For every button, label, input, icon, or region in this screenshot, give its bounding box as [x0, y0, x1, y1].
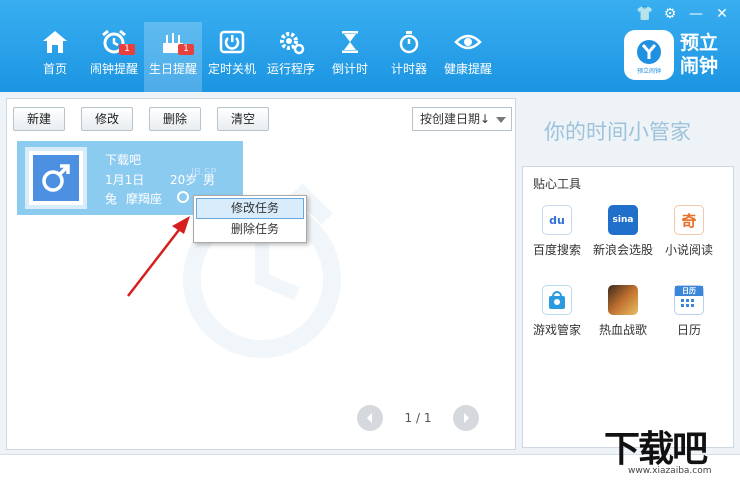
- card-constellation: 摩羯座: [126, 192, 163, 206]
- nav-countdown-label: 倒计时: [331, 62, 368, 76]
- slogan: 你的时间小管家: [544, 120, 691, 144]
- tool-game-manager[interactable]: 游戏管家: [525, 285, 589, 338]
- nav-timer[interactable]: 计时器: [380, 22, 438, 92]
- nav-birthday-label: 生日提醒: [148, 62, 197, 76]
- tool-sina-label: 新浪会选股: [592, 243, 653, 257]
- tool-sina[interactable]: sina 新浪会选股: [591, 205, 655, 258]
- alarm-badge: 1: [119, 44, 135, 55]
- birthday-badge: 1: [178, 44, 194, 55]
- tool-novel-label: 小说阅读: [664, 243, 713, 257]
- baidu-icon: du: [542, 205, 572, 235]
- clear-button[interactable]: 清空: [217, 107, 270, 131]
- game-bag-icon: [542, 285, 572, 315]
- brand-line1: 预立: [680, 32, 719, 54]
- next-page-button[interactable]: [453, 405, 479, 431]
- skin-icon[interactable]: 👕: [636, 6, 653, 22]
- delete-button[interactable]: 删除: [149, 107, 202, 131]
- context-menu: 修改任务 删除任务: [193, 195, 307, 243]
- nav-health-label: 健康提醒: [443, 62, 492, 76]
- power-icon: [217, 28, 247, 56]
- site-logo-url: www.xiazaiba.com: [628, 466, 712, 476]
- context-delete-task[interactable]: 删除任务: [196, 219, 304, 240]
- nav-birthday[interactable]: 1 生日提醒: [144, 22, 202, 92]
- calendar-icon-header: 日历: [675, 286, 703, 296]
- page-indicator: 1 / 1: [404, 411, 432, 425]
- main-nav: 首页 1 闹钟提醒 1 生日提醒 定时关机 运行程序 倒计时 计时器 健康提醒: [26, 22, 498, 92]
- tool-rexue-zhange-label: 热血战歌: [598, 323, 647, 337]
- brand: 预立闹钟 预立 闹钟: [624, 30, 718, 80]
- tool-calendar-label: 日历: [676, 323, 701, 337]
- pager: 1 / 1: [357, 405, 479, 431]
- nav-home[interactable]: 首页: [26, 22, 84, 92]
- nav-timer-label: 计时器: [390, 62, 427, 76]
- nav-run-program-label: 运行程序: [266, 62, 315, 76]
- brand-name: 预立 闹钟: [680, 32, 718, 78]
- sina-icon: sina: [608, 205, 638, 235]
- nav-shutdown[interactable]: 定时关机: [203, 22, 261, 92]
- tools-panel: 贴心工具 du 百度搜索 sina 新浪会选股 奇 小说阅读 游戏管家 热血战歌…: [522, 166, 734, 448]
- minimize-icon[interactable]: —: [688, 6, 704, 22]
- tool-calendar[interactable]: 日历 日历: [657, 285, 721, 338]
- window-controls: 👕 ⚙ — ✕: [636, 6, 730, 22]
- brand-logo: 预立闹钟: [624, 30, 674, 80]
- sort-select-value: 按创建日期↓: [420, 112, 491, 126]
- brand-logo-caption: 预立闹钟: [636, 67, 661, 75]
- birthday-list-panel: 新建 修改 删除 清空 按创建日期↓ 下载吧 1月1日 20岁 男 兔 摩羯座 …: [6, 98, 516, 450]
- nav-countdown[interactable]: 倒计时: [321, 22, 379, 92]
- hourglass-icon: [335, 28, 365, 56]
- new-button[interactable]: 新建: [13, 107, 66, 131]
- brand-clock-icon: [637, 39, 661, 64]
- nav-run-program[interactable]: 运行程序: [262, 22, 320, 92]
- avatar: [25, 147, 87, 209]
- nav-home-label: 首页: [42, 62, 67, 76]
- eye-icon: [453, 28, 483, 56]
- nav-alarm-label: 闹钟提醒: [89, 62, 138, 76]
- clock-icon: [177, 191, 189, 203]
- tool-baidu-label: 百度搜索: [532, 243, 581, 257]
- game-art-icon: [608, 285, 638, 315]
- tool-game-manager-label: 游戏管家: [532, 323, 581, 337]
- novel-icon: 奇: [674, 205, 704, 235]
- toolbar: 新建 修改 删除 清空: [13, 107, 270, 131]
- sort-select[interactable]: 按创建日期↓: [412, 107, 512, 131]
- nav-shutdown-label: 定时关机: [207, 62, 256, 76]
- tool-rexue-zhange[interactable]: 热血战歌: [591, 285, 655, 338]
- brand-line2: 闹钟: [680, 55, 719, 77]
- nav-health[interactable]: 健康提醒: [439, 22, 497, 92]
- card-watermark: JB.SP: [191, 167, 217, 178]
- site-watermark-logo: 下载吧 www.xiazaiba.com: [600, 420, 738, 480]
- top-bar: 首页 1 闹钟提醒 1 生日提醒 定时关机 运行程序 倒计时 计时器 健康提醒 …: [0, 0, 740, 92]
- settings-gear-icon[interactable]: ⚙: [662, 6, 678, 22]
- edit-button[interactable]: 修改: [81, 107, 134, 131]
- tools-title: 贴心工具: [533, 177, 582, 191]
- prev-page-button[interactable]: [357, 405, 383, 431]
- chevron-down-icon: [496, 117, 506, 123]
- tool-baidu[interactable]: du 百度搜索: [525, 205, 589, 258]
- gear-icon: [276, 28, 306, 56]
- close-icon[interactable]: ✕: [714, 6, 730, 22]
- tool-novel[interactable]: 奇 小说阅读: [657, 205, 721, 258]
- site-logo-main: 下载吧: [604, 429, 708, 470]
- male-symbol-icon: [33, 155, 79, 201]
- chevron-right-icon: [464, 413, 469, 423]
- stopwatch-icon: [394, 28, 424, 56]
- nav-alarm[interactable]: 1 闹钟提醒: [85, 22, 143, 92]
- card-zodiac: 兔: [105, 192, 118, 206]
- calendar-icon: 日历: [674, 285, 704, 315]
- context-edit-task[interactable]: 修改任务: [196, 198, 304, 219]
- chevron-left-icon: [367, 413, 372, 423]
- card-date: 1月1日: [105, 173, 145, 187]
- home-icon: [40, 28, 70, 56]
- card-name: 下载吧: [105, 153, 142, 167]
